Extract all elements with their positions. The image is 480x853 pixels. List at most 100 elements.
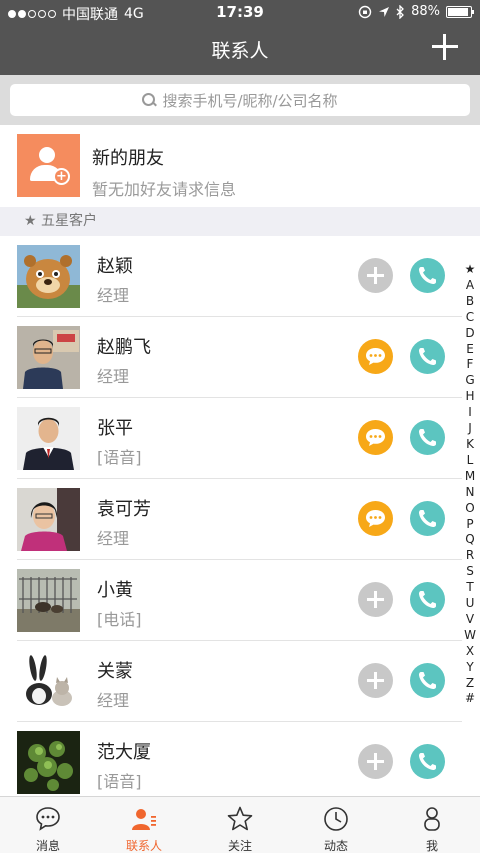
phone-icon <box>419 267 436 284</box>
contacts-icon <box>132 809 156 830</box>
contact-row[interactable]: 张平 [语音] <box>0 398 462 479</box>
contact-name: 关蒙 <box>97 661 133 682</box>
index-letter[interactable]: A <box>466 278 474 294</box>
call-button[interactable] <box>410 258 445 293</box>
status-right: 88% <box>358 4 474 19</box>
contact-name: 赵鹏飞 <box>97 337 151 358</box>
tab-label: 我 <box>425 839 438 853</box>
index-letter[interactable]: X <box>466 644 474 660</box>
add-button[interactable] <box>358 582 393 617</box>
message-button[interactable] <box>358 339 393 374</box>
index-letter[interactable]: Y <box>466 660 473 676</box>
call-button[interactable] <box>410 420 445 455</box>
index-letter[interactable]: O <box>465 501 474 517</box>
contact-name: 赵颖 <box>97 256 133 277</box>
avatar <box>17 650 80 713</box>
index-letter[interactable]: D <box>465 326 474 342</box>
contact-role: [语音] <box>97 772 142 791</box>
index-letter[interactable]: L <box>467 453 474 469</box>
phone-icon <box>419 348 436 365</box>
index-letter[interactable]: N <box>466 485 475 501</box>
index-letter[interactable]: W <box>464 628 476 644</box>
tab-follow[interactable]: 关注 <box>192 797 288 853</box>
contact-name: 范大厦 <box>97 742 151 763</box>
tab-label: 动态 <box>323 839 348 853</box>
index-letter[interactable]: U <box>466 596 475 612</box>
new-friend-row[interactable]: + 新的朋友 暂无加好友请求信息 <box>0 125 480 207</box>
contact-role: 经理 <box>97 286 130 305</box>
phone-icon <box>419 429 436 446</box>
battery-text: 88% <box>411 4 440 19</box>
add-button[interactable] <box>358 258 393 293</box>
new-friend-title: 新的朋友 <box>92 148 164 169</box>
phone-icon <box>419 510 436 527</box>
search-input[interactable]: 搜索手机号/昵称/公司名称 <box>10 84 470 116</box>
index-letter[interactable]: I <box>468 405 472 421</box>
index-letter[interactable]: G <box>465 373 474 389</box>
battery-icon <box>446 5 474 18</box>
avatar <box>17 488 80 551</box>
index-letter[interactable]: Q <box>465 532 474 548</box>
location-icon <box>379 6 390 17</box>
index-letter[interactable]: F <box>467 357 474 373</box>
call-button[interactable] <box>410 663 445 698</box>
call-button[interactable] <box>410 339 445 374</box>
index-letter[interactable]: ★ <box>465 262 476 278</box>
tab-messages[interactable]: 消息 <box>0 797 96 853</box>
message-button[interactable] <box>358 501 393 536</box>
index-letter[interactable]: # <box>465 691 475 707</box>
tab-feed[interactable]: 动态 <box>288 797 384 853</box>
index-letter[interactable]: K <box>466 437 474 453</box>
contact-role: [电话] <box>97 610 142 629</box>
search-placeholder: 搜索手机号/昵称/公司名称 <box>162 91 338 110</box>
alphabet-index[interactable]: ★ A B C D E F G H I J K L M N O P Q R S T U V W X Y Z # <box>463 262 477 707</box>
contact-name: 张平 <box>97 418 133 439</box>
message-button[interactable] <box>358 420 393 455</box>
tab-me[interactable]: 我 <box>384 797 480 853</box>
add-friend-icon: + <box>17 134 80 197</box>
index-letter[interactable]: H <box>465 389 474 405</box>
top-bar: 中国联通 4G 17:39 88% 联系人 <box>0 0 480 75</box>
tab-contacts[interactable]: 联系人 <box>96 797 192 853</box>
plus-icon[interactable] <box>432 34 458 60</box>
person-icon <box>424 807 440 831</box>
tab-label: 联系人 <box>125 839 162 853</box>
index-letter[interactable]: P <box>466 517 473 533</box>
search-icon <box>142 93 156 107</box>
index-letter[interactable]: J <box>468 421 472 437</box>
contact-row[interactable]: 小黄 [电话] <box>0 560 462 641</box>
avatar <box>17 407 80 470</box>
avatar <box>17 569 80 632</box>
tab-label: 消息 <box>35 839 60 853</box>
call-button[interactable] <box>410 501 445 536</box>
page-title: 联系人 <box>211 40 269 62</box>
contact-row[interactable]: 赵鹏飞 经理 <box>0 317 462 398</box>
star-icon <box>227 806 253 831</box>
contact-role: 经理 <box>97 529 130 548</box>
call-button[interactable] <box>410 744 445 779</box>
index-letter[interactable]: V <box>466 612 474 628</box>
phone-icon <box>419 672 436 689</box>
index-letter[interactable]: B <box>466 294 474 310</box>
index-letter[interactable]: E <box>466 342 474 358</box>
tab-label: 关注 <box>227 839 252 853</box>
contact-list: 赵颖 经理 赵鹏飞 经理 张平 [语音] 袁可芳 经理 小黄 [电话] 关蒙 经… <box>0 236 480 796</box>
tab-bar: 消息 联系人 关注 动态 我 <box>0 796 480 853</box>
contact-row[interactable]: 关蒙 经理 <box>0 641 462 722</box>
index-letter[interactable]: R <box>466 548 474 564</box>
contact-name: 小黄 <box>97 580 133 601</box>
contact-row[interactable]: 赵颖 经理 <box>0 236 462 317</box>
index-letter[interactable]: M <box>465 469 475 485</box>
contact-row[interactable]: 袁可芳 经理 <box>0 479 462 560</box>
index-letter[interactable]: Z <box>466 676 474 692</box>
index-letter[interactable]: C <box>466 310 474 326</box>
chat-bubble-icon <box>366 429 385 446</box>
orientation-lock-icon <box>358 5 372 18</box>
add-button[interactable] <box>358 663 393 698</box>
contact-row[interactable]: 范大厦 [语音] <box>0 722 462 796</box>
index-letter[interactable]: T <box>466 580 473 596</box>
index-letter[interactable]: S <box>466 564 474 580</box>
call-button[interactable] <box>410 582 445 617</box>
contact-name: 袁可芳 <box>97 499 151 520</box>
add-button[interactable] <box>358 744 393 779</box>
